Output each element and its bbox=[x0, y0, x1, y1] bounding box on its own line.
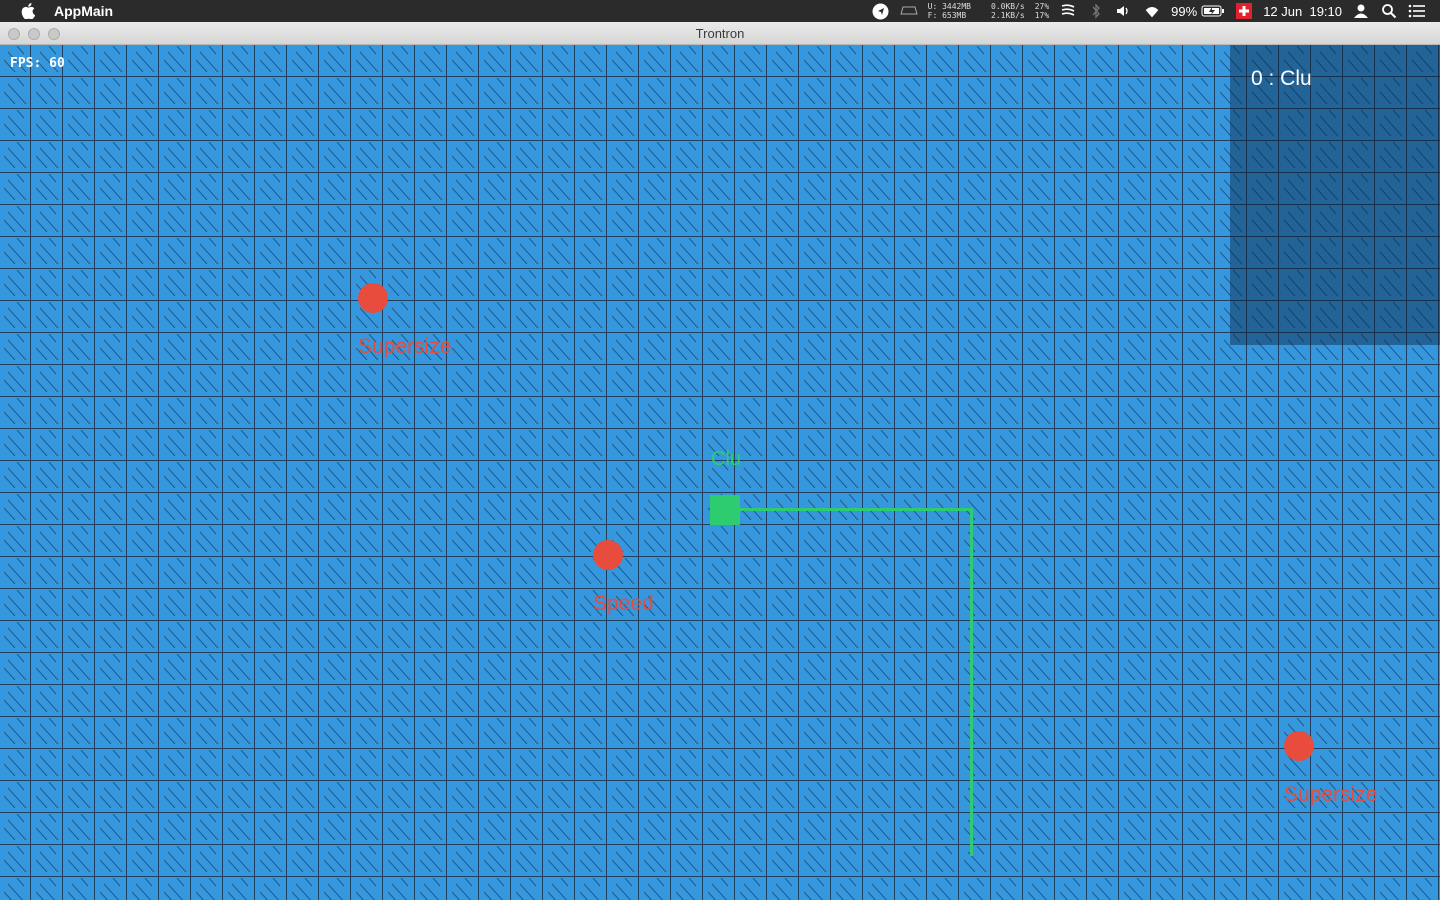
powerup-orb bbox=[358, 283, 388, 313]
scoreboard-entry: 0 : Clu bbox=[1251, 67, 1312, 90]
player-trail-vertical bbox=[970, 508, 973, 856]
powerup-label: Supersize bbox=[1284, 783, 1378, 806]
battery-percent[interactable]: 99% bbox=[1171, 4, 1197, 19]
battery-icon[interactable] bbox=[1201, 2, 1225, 20]
cpu-top: 27% bbox=[1034, 2, 1050, 11]
grid-background bbox=[0, 45, 1440, 900]
menu-bar: AppMain U: 3442MB F: 653MB 0.0KB/s 2.1KB… bbox=[0, 0, 1440, 22]
cpu-stats[interactable]: 27% 17% bbox=[1035, 2, 1049, 20]
fps-counter: FPS: 60 bbox=[10, 56, 65, 71]
volume-icon[interactable] bbox=[1115, 2, 1133, 20]
user-icon[interactable] bbox=[1352, 2, 1370, 20]
bluetooth-icon[interactable] bbox=[1087, 2, 1105, 20]
player-trail-horizontal bbox=[740, 508, 973, 511]
swiss-flag-icon[interactable] bbox=[1235, 2, 1253, 20]
wifi-icon[interactable] bbox=[1143, 2, 1161, 20]
disk-icon[interactable] bbox=[899, 2, 918, 20]
network-down: 0.0KB/s bbox=[991, 2, 1025, 11]
spotlight-icon[interactable] bbox=[1380, 2, 1398, 20]
notification-center-icon[interactable] bbox=[1408, 2, 1426, 20]
network-up: 2.1KB/s bbox=[991, 11, 1025, 20]
window-title: Trontron bbox=[695, 26, 745, 41]
game-canvas[interactable]: FPS: 60 0 : Clu Supersize Speed Supersiz… bbox=[0, 45, 1440, 900]
memory-used: U: 3442MB bbox=[927, 2, 971, 11]
powerup-orb bbox=[1284, 731, 1314, 761]
powerup-orb bbox=[593, 540, 623, 570]
powerup-label: Speed bbox=[593, 592, 654, 615]
location-icon[interactable] bbox=[872, 2, 890, 20]
scoreboard-panel: 0 : Clu bbox=[1230, 45, 1440, 345]
app-menu-name[interactable]: AppMain bbox=[54, 3, 113, 19]
stats-icon[interactable] bbox=[1059, 2, 1077, 20]
clock[interactable]: 12 Jun 19:10 bbox=[1263, 4, 1342, 19]
network-stats[interactable]: 0.0KB/s 2.1KB/s bbox=[991, 2, 1025, 20]
player-light-cycle bbox=[710, 495, 740, 525]
powerup-label: Supersize bbox=[358, 335, 452, 358]
player-name-label: Clu bbox=[711, 448, 742, 470]
window-titlebar[interactable]: Trontron bbox=[0, 22, 1440, 45]
apple-icon[interactable] bbox=[20, 3, 36, 19]
memory-free: F: 653MB bbox=[927, 11, 967, 20]
cpu-bottom: 17% bbox=[1034, 11, 1050, 20]
memory-stats[interactable]: U: 3442MB F: 653MB bbox=[928, 2, 971, 20]
